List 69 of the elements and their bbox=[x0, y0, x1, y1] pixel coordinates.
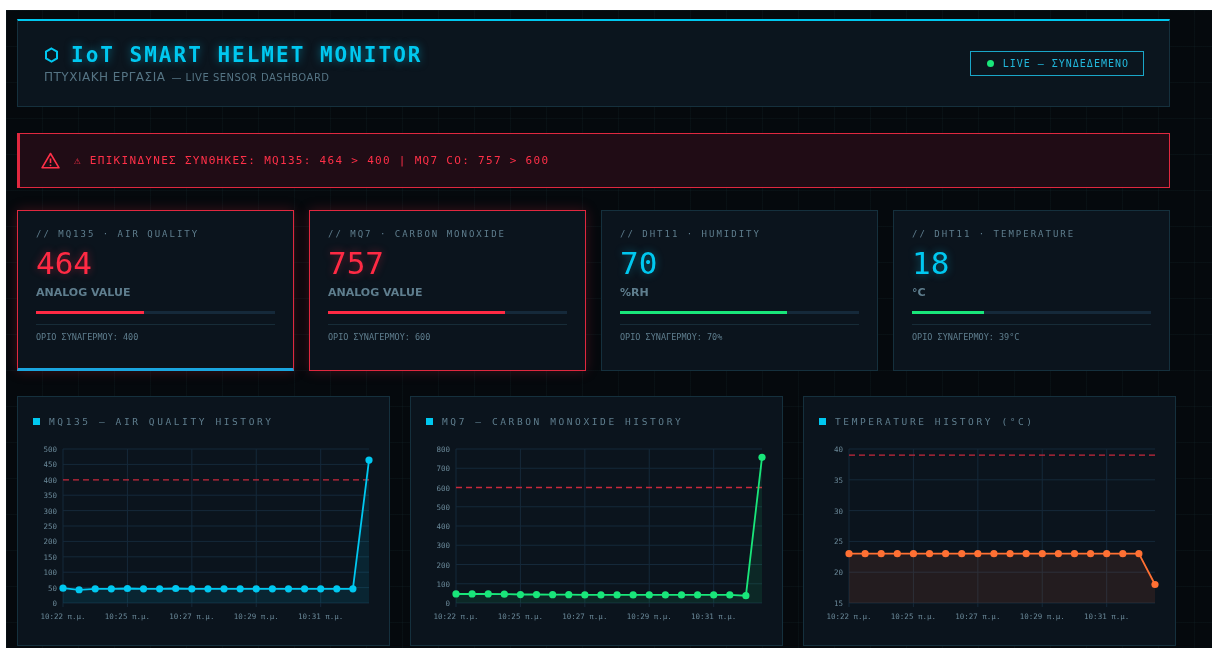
chart-title: MQ7 — CARBON MONOXIDE HISTORY bbox=[442, 416, 684, 427]
data-point bbox=[284, 585, 293, 593]
data-point bbox=[1151, 580, 1159, 589]
sensor-value: 464 bbox=[36, 245, 93, 283]
sensor-value: 70 bbox=[620, 245, 659, 283]
data-point bbox=[974, 550, 982, 558]
data-point bbox=[252, 585, 260, 593]
data-point bbox=[1054, 550, 1062, 558]
sensor-label: // MQ7 · CARBON MONOXIDE bbox=[328, 229, 508, 239]
data-point bbox=[317, 585, 325, 593]
data-point bbox=[91, 585, 99, 593]
threshold-text: ΟΡΙΟ ΣΥΝΑΓΕΡΜΟΥ: 70% bbox=[620, 332, 724, 343]
connection-status: LIVE — ΣΥΝΔΕΔΕΜΕΝΟ bbox=[969, 51, 1144, 76]
data-point bbox=[1135, 550, 1143, 558]
data-point bbox=[172, 584, 180, 593]
square-icon bbox=[819, 418, 826, 425]
sensor-label: // DHT11 · TEMPERATURE bbox=[912, 229, 1077, 239]
data-point bbox=[1006, 550, 1014, 558]
square-icon bbox=[426, 418, 433, 425]
subtitle: ΠΤΥΧΙΑΚΗ ΕΡΓΑΣΙΑ bbox=[44, 70, 166, 84]
data-point bbox=[188, 585, 196, 593]
data-point bbox=[990, 550, 998, 558]
hexagon-icon bbox=[44, 46, 59, 64]
data-point bbox=[204, 585, 212, 593]
data-point bbox=[877, 550, 885, 558]
data-point bbox=[1038, 550, 1046, 558]
data-point bbox=[75, 586, 83, 594]
sensor-unit: °C bbox=[912, 286, 927, 300]
data-point bbox=[268, 585, 276, 593]
sensor-label: // MQ135 · AIR QUALITY bbox=[36, 229, 201, 239]
data-point bbox=[942, 550, 950, 558]
data-point bbox=[349, 585, 357, 593]
app-title: IoT SMART HELMET MONITOR bbox=[71, 43, 423, 67]
data-point bbox=[1103, 550, 1111, 558]
subtitle-suffix: — LIVE SENSOR DASHBOARD bbox=[171, 72, 330, 83]
sensor-value: 18 bbox=[912, 245, 951, 283]
data-point bbox=[301, 585, 309, 593]
alert-message: ⚠ ΕΠΙΚΙΝΔΥΝΕΣ ΣΥΝΘΗΚΕΣ: MQ135: 464 > 400 | MQ7 CO: 757 > 600 bbox=[74, 154, 550, 167]
threshold-text: ΟΡΙΟ ΣΥΝΑΓΕΡΜΟΥ: 400 bbox=[36, 332, 140, 343]
chart-title: MQ135 — AIR QUALITY HISTORY bbox=[49, 416, 274, 427]
data-point bbox=[909, 550, 917, 558]
sensor-unit: ANALOG VALUE bbox=[36, 286, 132, 300]
sensor-label: // DHT11 · HUMIDITY bbox=[620, 229, 762, 239]
data-point bbox=[845, 550, 853, 558]
data-point bbox=[1119, 550, 1127, 558]
data-point bbox=[123, 584, 131, 593]
warning-icon bbox=[41, 152, 60, 169]
data-point bbox=[107, 585, 115, 593]
sensor-unit: %RH bbox=[620, 286, 650, 300]
data-point bbox=[139, 585, 148, 593]
data-point bbox=[220, 585, 228, 593]
data-point bbox=[893, 550, 901, 558]
data-point bbox=[925, 550, 934, 558]
data-point bbox=[59, 584, 67, 592]
data-point bbox=[1087, 550, 1095, 558]
threshold-text: ΟΡΙΟ ΣΥΝΑΓΕΡΜΟΥ: 39°C bbox=[912, 332, 1021, 343]
data-point bbox=[333, 585, 341, 593]
sensor-value: 757 bbox=[328, 245, 385, 283]
square-icon bbox=[33, 418, 40, 425]
data-point bbox=[156, 585, 164, 593]
data-point bbox=[958, 550, 966, 558]
chart-title: TEMPERATURE HISTORY (°C) bbox=[835, 416, 1035, 427]
threshold-text: ΟΡΙΟ ΣΥΝΑΓΕΡΜΟΥ: 600 bbox=[328, 332, 432, 343]
data-point bbox=[236, 585, 244, 593]
data-point bbox=[1022, 550, 1030, 558]
data-point bbox=[365, 456, 373, 464]
sensor-unit: ANALOG VALUE bbox=[328, 286, 424, 300]
data-point bbox=[1070, 550, 1079, 558]
data-point bbox=[861, 550, 869, 558]
